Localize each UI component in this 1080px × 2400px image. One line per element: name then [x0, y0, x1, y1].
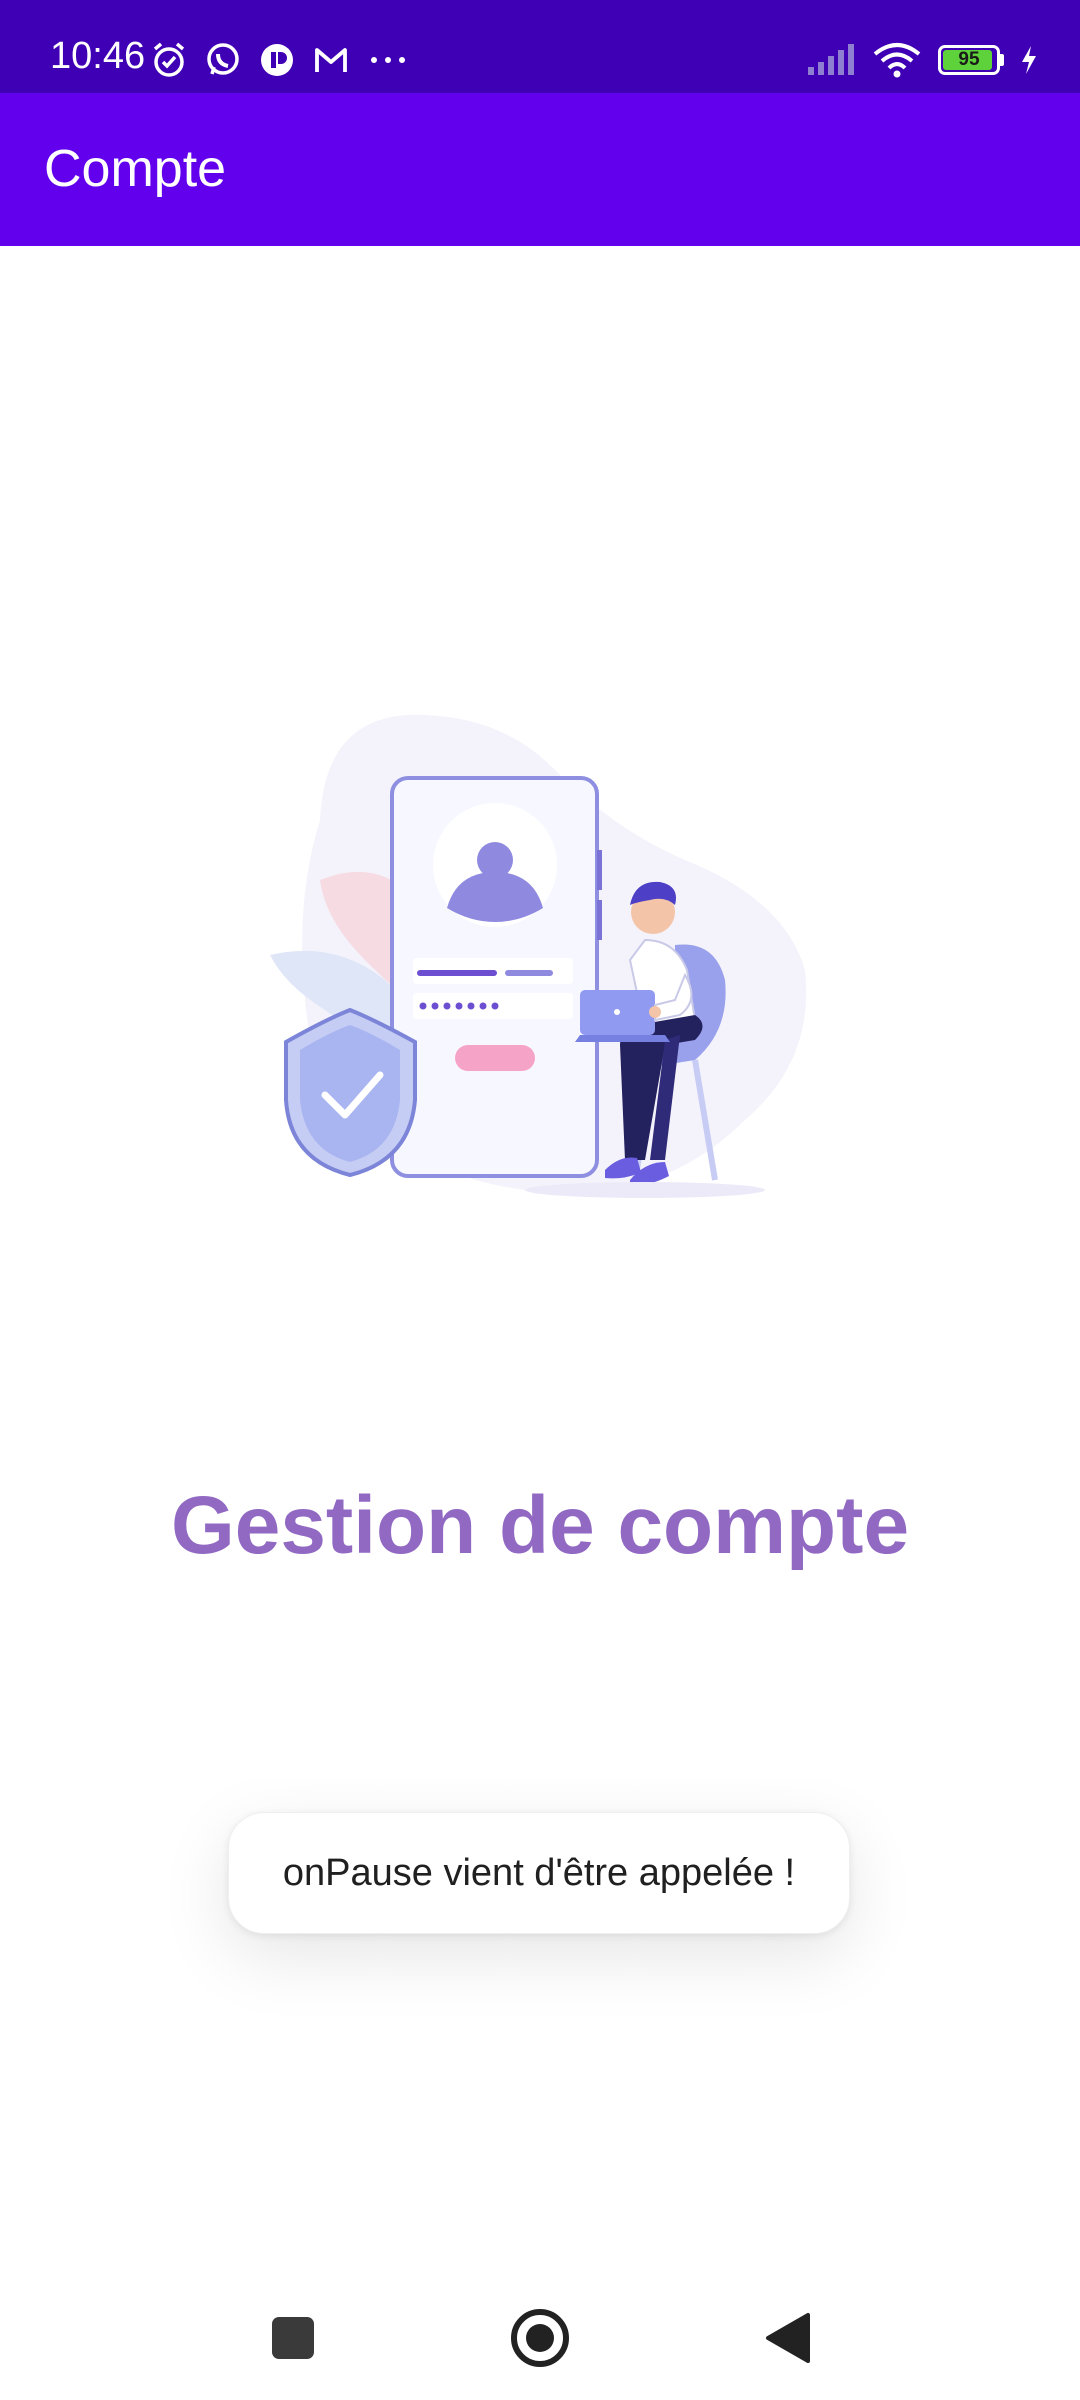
gmail-icon — [315, 48, 347, 72]
system-nav-bar — [0, 2270, 1080, 2400]
recents-button[interactable] — [253, 2298, 333, 2378]
charging-icon — [1022, 46, 1036, 74]
status-notification-icons — [150, 38, 410, 82]
more-dots-icon — [371, 57, 405, 63]
home-circle-icon — [511, 2309, 569, 2367]
wifi-icon — [873, 43, 921, 78]
alarm-icon — [153, 42, 185, 77]
app-bar: Compte — [0, 93, 1080, 246]
whatsapp-icon — [207, 43, 239, 75]
app-bar-title: Compte — [44, 140, 227, 198]
back-triangle-icon — [766, 2313, 810, 2363]
recents-square-icon — [272, 2317, 314, 2359]
toast-message: onPause vient d'être appelée ! — [282, 1851, 796, 1894]
signal-icon — [808, 44, 854, 75]
back-button[interactable] — [748, 2298, 828, 2378]
app-notification-icon — [261, 44, 293, 76]
account-security-illustration — [225, 700, 845, 1220]
status-time: 10:46 — [50, 35, 146, 77]
toast-notification: onPause vient d'être appelée ! — [228, 1812, 850, 1934]
page-headline: Gestion de compte — [170, 1480, 910, 1571]
home-button[interactable] — [500, 2298, 580, 2378]
battery-level: 95 — [958, 49, 980, 70]
battery-icon: 95 — [938, 45, 1004, 75]
status-system-icons: 95 — [806, 38, 1038, 82]
status-bar: 10:46 95 — [0, 0, 1080, 93]
